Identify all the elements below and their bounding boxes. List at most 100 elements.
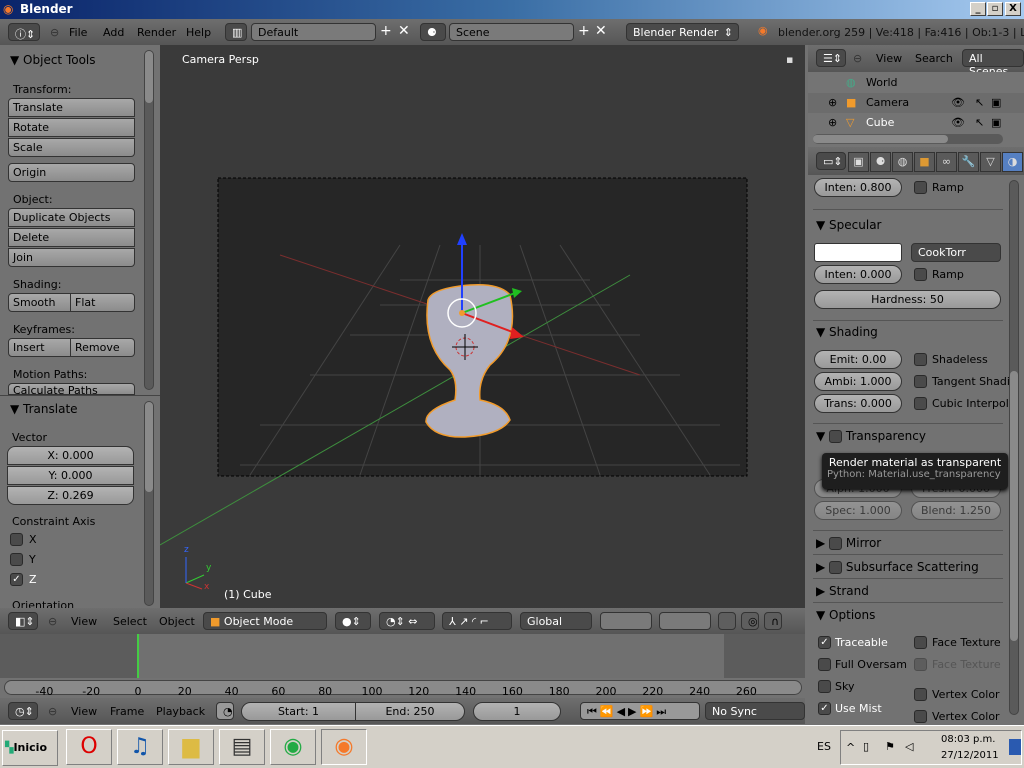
menu-search[interactable]: Search (915, 52, 953, 65)
tab-modifiers[interactable]: 🔧 (958, 152, 979, 172)
auto-keying-icon[interactable]: ◔ (216, 702, 234, 720)
show-hidden-icons[interactable]: ^ (846, 741, 855, 754)
menu-view[interactable]: View (71, 615, 97, 628)
properties-editor-icon[interactable]: ▭⇕ (816, 152, 846, 170)
specular-shader-select[interactable]: CookTorr (911, 243, 1001, 262)
face-texture-alpha-checkbox[interactable] (914, 658, 927, 671)
face-texture-checkbox[interactable] (914, 636, 927, 649)
scale-button[interactable]: Scale (8, 138, 135, 157)
menu-view[interactable]: View (71, 705, 97, 718)
mode-select[interactable]: ■ Object Mode (203, 612, 327, 630)
tab-scene[interactable]: ⚈ (870, 152, 891, 172)
menu-frame[interactable]: Frame (110, 705, 144, 718)
itunes-taskbar-icon[interactable]: ♫ (117, 729, 163, 765)
collapse-icon[interactable]: ⊖ (48, 705, 57, 718)
layers-1[interactable] (600, 612, 652, 630)
hardness-field[interactable]: Hardness: 50 (814, 290, 1001, 309)
properties-scrollbar[interactable] (1009, 180, 1019, 715)
menu-select[interactable]: Select (113, 615, 147, 628)
task-manager-taskbar-icon[interactable]: ▤ (219, 729, 265, 765)
chrome-taskbar-icon[interactable]: ◉ (270, 729, 316, 765)
select-cursor-icon[interactable]: ↖ (975, 116, 984, 129)
menu-file[interactable]: File (69, 26, 87, 39)
start-frame-field[interactable]: Start: 1 (241, 702, 356, 721)
visibility-eye-icon[interactable]: 👁 (951, 96, 965, 109)
traceable-checkbox[interactable]: ✓ (818, 636, 831, 649)
end-frame-field[interactable]: End: 250 (355, 702, 465, 721)
delete-scene-button[interactable]: ✕ (595, 23, 607, 39)
outliner-item-world[interactable]: World (866, 76, 898, 89)
duplicate-objects-button[interactable]: Duplicate Objects (8, 208, 135, 227)
flat-button[interactable]: Flat (70, 293, 135, 312)
specular-panel-header[interactable]: ▼ Specular (816, 218, 882, 232)
blend-field[interactable]: Blend: 1.250 (911, 501, 1001, 520)
tab-object[interactable]: ■ (914, 152, 935, 172)
vector-y-field[interactable]: Y: 0.000 (7, 466, 134, 485)
clock-date[interactable]: 27/12/2011 (941, 750, 999, 761)
shading-panel-header[interactable]: ▼ Shading (816, 325, 878, 339)
menu-add[interactable]: Add (103, 26, 124, 39)
specular-ramp-checkbox[interactable] (914, 268, 927, 281)
mirror-checkbox[interactable] (829, 537, 843, 550)
options-panel-header[interactable]: ▼ Options (816, 608, 875, 622)
menu-render[interactable]: Render (137, 26, 176, 39)
3d-viewport[interactable]: Camera Persp ▪ y x z (1) Cube (160, 45, 805, 608)
playback-controls[interactable]: ⏮⏪◀▶⏩⏭ (580, 702, 700, 720)
volume-icon[interactable]: ◁ (905, 740, 913, 753)
diffuse-intensity-field[interactable]: Inten: 0.800 (814, 178, 902, 197)
specular-transparency-field[interactable]: Spec: 1.000 (814, 501, 902, 520)
proportional-edit-icon[interactable]: ◎ (741, 612, 759, 630)
minimize-button[interactable]: _ (970, 2, 986, 16)
layout-icon[interactable]: ▥ (225, 23, 247, 41)
object-tools-header[interactable]: ▼ Object Tools (10, 53, 96, 67)
close-button[interactable]: X (1005, 2, 1021, 16)
render-camera-icon[interactable]: ▣ (991, 96, 1001, 109)
specular-intensity-field[interactable]: Inten: 0.000 (814, 265, 902, 284)
sync-select[interactable]: No Sync (705, 702, 805, 720)
constraint-y-checkbox[interactable] (10, 553, 23, 566)
action-center-flag-icon[interactable]: ⚑ (885, 740, 895, 753)
layout-field[interactable]: Default (251, 23, 376, 41)
constraint-x-checkbox[interactable] (10, 533, 23, 546)
remove-keyframe-button[interactable]: Remove (70, 338, 135, 357)
outliner-hscrollbar[interactable] (813, 134, 1003, 144)
display-mode-select[interactable]: All Scenes (962, 49, 1024, 78)
operator-scrollbar[interactable] (144, 401, 154, 606)
tab-material[interactable]: ◑ (1002, 152, 1023, 172)
outliner-item-cube[interactable]: Cube (866, 116, 894, 129)
tab-constraints[interactable]: ∞ (936, 152, 957, 172)
vector-x-field[interactable]: X: 0.000 (7, 446, 134, 465)
menu-help[interactable]: Help (186, 26, 211, 39)
menu-view[interactable]: View (876, 52, 902, 65)
diffuse-ramp-checkbox[interactable] (914, 181, 927, 194)
info-editor-type-icon[interactable]: ⓘ⇕ (8, 23, 40, 41)
collapse-icon[interactable]: ⊖ (50, 26, 59, 39)
explorer-taskbar-icon[interactable]: ▆ (168, 729, 214, 765)
shadeless-checkbox[interactable] (914, 353, 927, 366)
show-desktop-button[interactable] (1009, 739, 1021, 755)
collapse-icon[interactable]: ⊖ (48, 615, 57, 628)
current-frame-field[interactable]: 1 (473, 702, 561, 721)
origin-button[interactable]: Origin (8, 163, 135, 182)
join-button[interactable]: Join (8, 248, 135, 267)
tab-render[interactable]: ▣ (848, 152, 869, 172)
smooth-button[interactable]: Smooth (8, 293, 71, 312)
add-scene-button[interactable]: + (578, 23, 590, 39)
outliner-editor-icon[interactable]: ☰⇕ (816, 49, 846, 67)
scene-icon[interactable]: ⚈ (420, 23, 446, 41)
pivot-select[interactable]: ◔⇕ ⇔ (379, 612, 435, 630)
tangent-shading-checkbox[interactable] (914, 375, 927, 388)
transparency-panel-header[interactable]: ▼ Transparency (816, 429, 926, 443)
current-frame-line[interactable] (137, 634, 139, 678)
language-indicator[interactable]: ES (817, 740, 831, 753)
timeline-area[interactable] (0, 634, 805, 678)
manipulator-toggles[interactable]: ⅄ ↗ ◜ ⌐ (442, 612, 512, 630)
full-oversampling-checkbox[interactable] (818, 658, 831, 671)
visibility-eye-icon[interactable]: 👁 (951, 116, 965, 129)
expand-icon[interactable]: ⊕ (828, 116, 837, 129)
strand-panel-header[interactable]: ▶ Strand (816, 584, 869, 598)
editor-type-3d-icon[interactable]: ◧⇕ (8, 612, 38, 630)
transparency-checkbox[interactable] (829, 430, 843, 443)
cubic-interpolation-checkbox[interactable] (914, 397, 927, 410)
insert-keyframe-button[interactable]: Insert (8, 338, 71, 357)
